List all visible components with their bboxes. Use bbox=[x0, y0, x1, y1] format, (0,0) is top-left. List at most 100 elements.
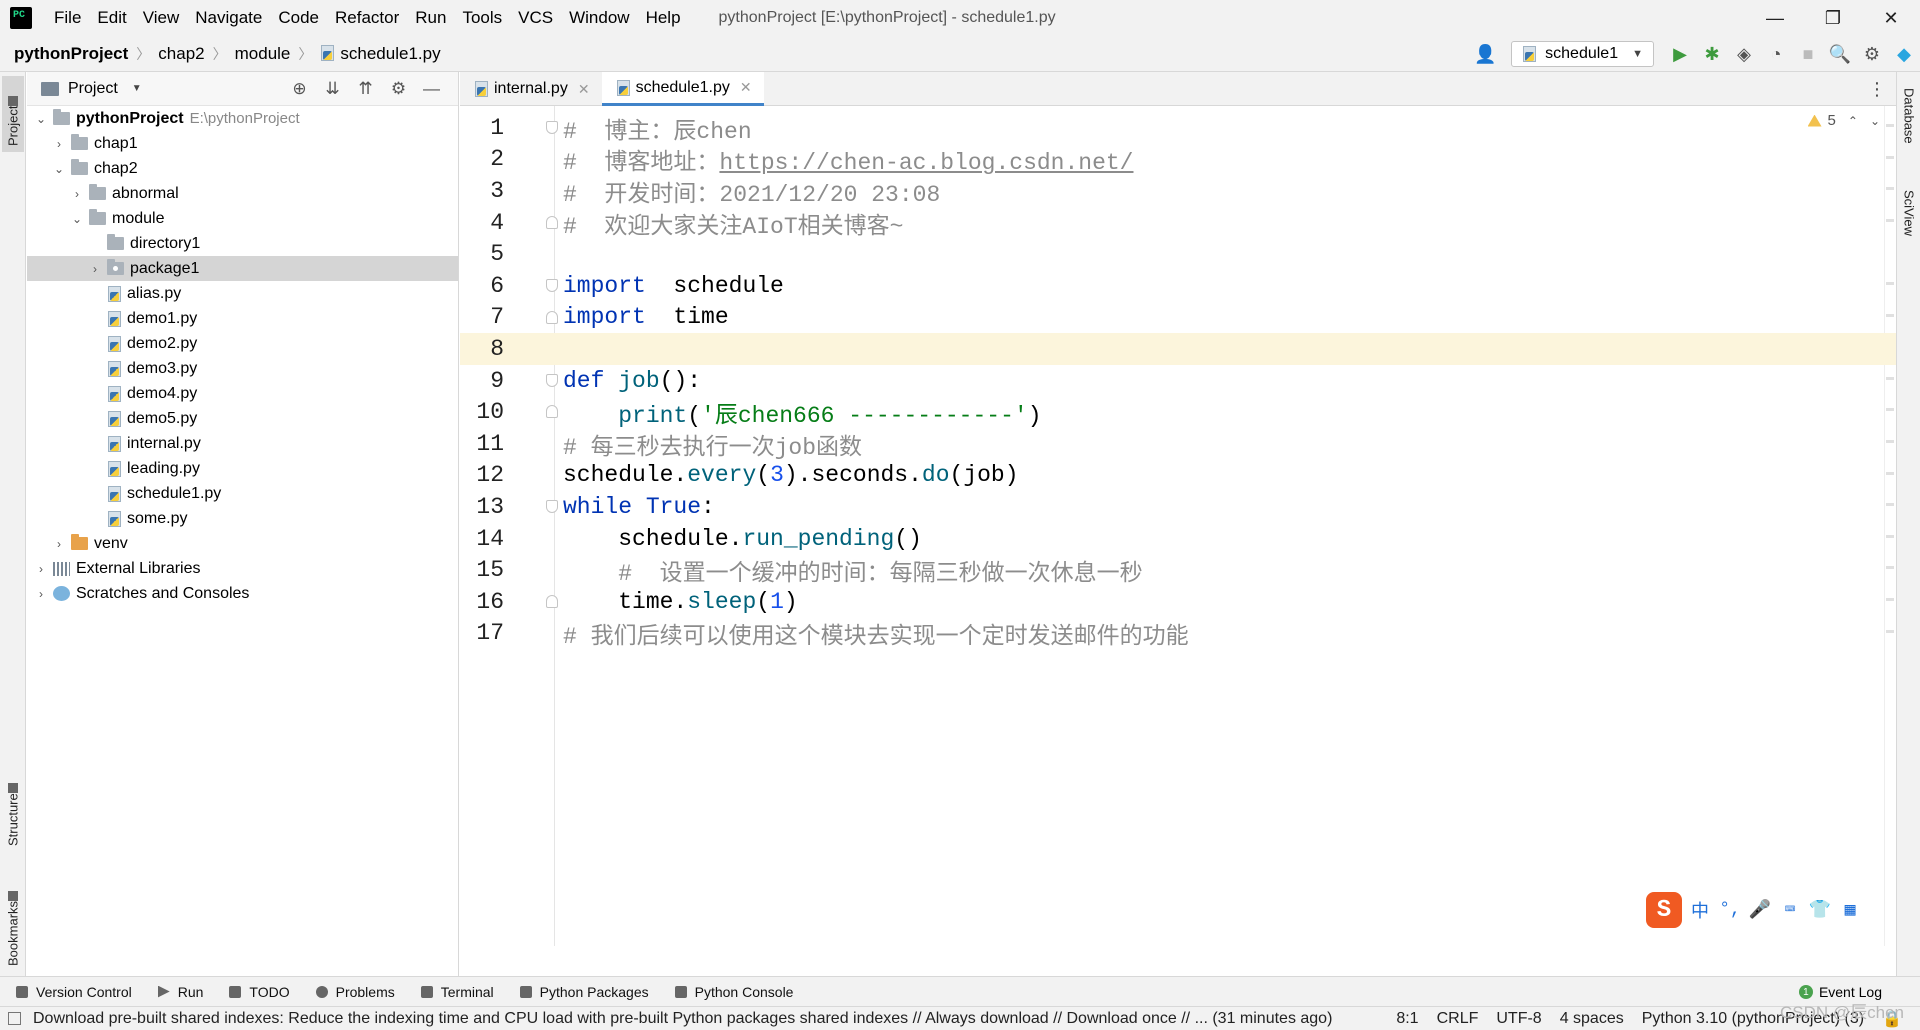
structure-tool-tab[interactable]: Structure bbox=[2, 752, 24, 852]
debug-icon[interactable]: ✱ bbox=[1696, 36, 1728, 72]
tree-item-schedule1-py[interactable]: schedule1.py bbox=[27, 481, 458, 506]
fold-toggle-icon[interactable] bbox=[546, 279, 558, 292]
project-tool-tab[interactable]: Project bbox=[2, 76, 24, 152]
options-gear-icon[interactable]: ⚙ bbox=[382, 79, 415, 99]
tree-item-pythonproject[interactable]: ⌄ pythonProject E:\pythonProject bbox=[27, 106, 458, 131]
tool-tab-version-control[interactable]: Version Control bbox=[16, 984, 132, 1000]
menu-help[interactable]: Help bbox=[638, 0, 689, 36]
hide-panel-icon[interactable]: — bbox=[415, 79, 448, 99]
database-tool-tab[interactable]: Database bbox=[1899, 82, 1919, 172]
breadcrumb-project[interactable]: pythonProject bbox=[14, 44, 128, 64]
tab-internal-py[interactable]: internal.py ✕ bbox=[460, 72, 602, 106]
minimize-button[interactable]: — bbox=[1746, 0, 1804, 36]
tree-item-external-libraries[interactable]: › External Libraries bbox=[27, 556, 458, 581]
close-window-button[interactable]: ✕ bbox=[1862, 0, 1920, 36]
collapse-all-icon[interactable]: ⇈ bbox=[349, 79, 382, 99]
tree-item-scratches-and-consoles[interactable]: › Scratches and Consoles bbox=[27, 581, 458, 606]
tree-item-demo2-py[interactable]: demo2.py bbox=[27, 331, 458, 356]
tool-tab-problems[interactable]: Problems bbox=[315, 984, 395, 1000]
tree-item-demo4-py[interactable]: demo4.py bbox=[27, 381, 458, 406]
fold-toggle-icon[interactable] bbox=[546, 405, 558, 419]
status-indicator-icon[interactable] bbox=[8, 1012, 21, 1025]
tool-tab-python-packages[interactable]: Python Packages bbox=[519, 984, 649, 1000]
tree-expand-arrow-icon[interactable]: › bbox=[33, 587, 49, 601]
tree-item-venv[interactable]: › venv bbox=[27, 531, 458, 556]
coverage-icon[interactable]: ◈ bbox=[1728, 36, 1760, 72]
pycharm-logo-icon[interactable] bbox=[10, 7, 32, 29]
caret-position[interactable]: 8:1 bbox=[1396, 1010, 1418, 1028]
tree-expand-arrow-icon[interactable]: › bbox=[69, 187, 85, 201]
fold-toggle-icon[interactable] bbox=[546, 595, 558, 608]
menu-navigate[interactable]: Navigate bbox=[187, 0, 270, 36]
tree-expand-arrow-icon[interactable]: ⌄ bbox=[33, 112, 49, 126]
jetbrains-toolbox-icon[interactable]: ◆ bbox=[1888, 36, 1920, 72]
tree-item-some-py[interactable]: some.py bbox=[27, 506, 458, 531]
user-icon[interactable]: 👤 bbox=[1469, 36, 1501, 72]
tree-item-chap2[interactable]: ⌄ chap2 bbox=[27, 156, 458, 181]
ime-voice-icon[interactable]: 🎤 bbox=[1748, 899, 1772, 921]
locate-file-icon[interactable]: ⊕ bbox=[283, 79, 316, 99]
tool-tab-run[interactable]: Run bbox=[157, 984, 203, 1000]
breadcrumb-file[interactable]: schedule1.py bbox=[320, 44, 441, 64]
project-panel-title[interactable]: Project bbox=[68, 80, 118, 98]
sciview-tool-tab[interactable]: SciView bbox=[1899, 184, 1919, 264]
file-encoding[interactable]: UTF-8 bbox=[1496, 1010, 1541, 1028]
breadcrumb-module[interactable]: module bbox=[235, 44, 291, 64]
tab-schedule1-py[interactable]: schedule1.py ✕ bbox=[601, 72, 764, 106]
ime-menu-icon[interactable]: ▦ bbox=[1838, 899, 1862, 921]
tree-item-chap1[interactable]: › chap1 bbox=[27, 131, 458, 156]
tree-item-module[interactable]: ⌄ module bbox=[27, 206, 458, 231]
tree-expand-arrow-icon[interactable]: › bbox=[33, 562, 49, 576]
status-message[interactable]: Download pre-built shared indexes: Reduc… bbox=[33, 1010, 1363, 1028]
tree-expand-arrow-icon[interactable]: › bbox=[51, 537, 67, 551]
code-editor[interactable]: 5 ⌃ ⌄ S 中 °, 🎤 ⌨ 👕 ▦ 1 # 博主：辰chen 2 # 博客地址：https… bbox=[460, 106, 1896, 946]
menu-refactor[interactable]: Refactor bbox=[327, 0, 407, 36]
line-separator[interactable]: CRLF bbox=[1437, 1010, 1479, 1028]
tree-item-leading-py[interactable]: leading.py bbox=[27, 456, 458, 481]
tree-item-directory1[interactable]: directory1 bbox=[27, 231, 458, 256]
tree-item-alias-py[interactable]: alias.py bbox=[27, 281, 458, 306]
expand-all-icon[interactable]: ⇊ bbox=[316, 79, 349, 99]
fold-toggle-icon[interactable] bbox=[546, 215, 558, 229]
tree-item-demo3-py[interactable]: demo3.py bbox=[27, 356, 458, 381]
sogou-ime-logo-icon[interactable]: S bbox=[1646, 892, 1682, 928]
menu-code[interactable]: Code bbox=[270, 0, 327, 36]
tree-expand-arrow-icon[interactable]: › bbox=[51, 137, 67, 151]
fold-toggle-icon[interactable] bbox=[546, 310, 558, 324]
ime-punctuation-icon[interactable]: °, bbox=[1718, 900, 1742, 920]
tree-item-demo5-py[interactable]: demo5.py bbox=[27, 406, 458, 431]
tree-item-package1[interactable]: › package1 bbox=[27, 256, 458, 281]
chevron-down-icon[interactable]: ▼ bbox=[132, 83, 142, 94]
bookmarks-tool-tab[interactable]: Bookmarks bbox=[2, 862, 24, 972]
menu-file[interactable]: File bbox=[46, 0, 89, 36]
tree-item-demo1-py[interactable]: demo1.py bbox=[27, 306, 458, 331]
tool-tab-todo[interactable]: TODO bbox=[229, 984, 290, 1000]
run-icon[interactable]: ▶ bbox=[1664, 36, 1696, 72]
menu-tools[interactable]: Tools bbox=[454, 0, 510, 36]
tool-tab-terminal[interactable]: Terminal bbox=[420, 984, 494, 1000]
close-icon[interactable]: ✕ bbox=[578, 81, 590, 98]
tree-item-internal-py[interactable]: internal.py bbox=[27, 431, 458, 456]
run-configuration-select[interactable]: schedule1 ▼ bbox=[1511, 41, 1654, 67]
restore-button[interactable]: ❐ bbox=[1804, 0, 1862, 36]
settings-gear-icon[interactable]: ⚙ bbox=[1856, 36, 1888, 72]
fold-toggle-icon[interactable] bbox=[546, 500, 558, 514]
fold-toggle-icon[interactable] bbox=[546, 121, 558, 134]
more-options-icon[interactable]: ⋮ bbox=[1868, 72, 1886, 106]
ime-chinese-mode-icon[interactable]: 中 bbox=[1688, 897, 1712, 923]
menu-edit[interactable]: Edit bbox=[89, 0, 134, 36]
tree-expand-arrow-icon[interactable]: ⌄ bbox=[69, 212, 85, 226]
search-icon[interactable]: 🔍 bbox=[1824, 36, 1856, 72]
profile-icon[interactable]: ◔ bbox=[1760, 36, 1792, 72]
breadcrumb-chap2[interactable]: chap2 bbox=[158, 44, 204, 64]
fold-toggle-icon[interactable] bbox=[546, 373, 558, 387]
menu-vcs[interactable]: VCS bbox=[510, 0, 561, 36]
menu-run[interactable]: Run bbox=[407, 0, 454, 36]
indentation[interactable]: 4 spaces bbox=[1560, 1010, 1624, 1028]
ime-keyboard-icon[interactable]: ⌨ bbox=[1778, 899, 1802, 921]
tree-expand-arrow-icon[interactable]: › bbox=[87, 262, 103, 276]
menu-view[interactable]: View bbox=[135, 0, 188, 36]
tree-expand-arrow-icon[interactable]: ⌄ bbox=[51, 162, 67, 176]
stop-icon[interactable]: ■ bbox=[1792, 36, 1824, 72]
menu-window[interactable]: Window bbox=[561, 0, 637, 36]
